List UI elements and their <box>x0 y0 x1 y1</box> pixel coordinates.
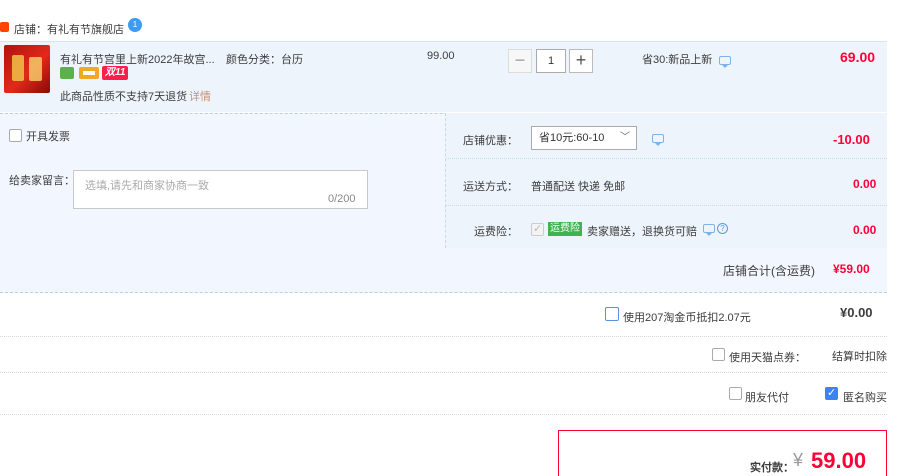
comment-bubble-icon[interactable] <box>703 224 715 236</box>
insurance-tag: 运费险 <box>548 222 582 236</box>
quantity-input[interactable] <box>536 49 566 73</box>
message-char-count: 0/200 <box>328 193 356 205</box>
anonymous-checkbox[interactable] <box>825 386 838 400</box>
shop-icon <box>0 22 9 32</box>
taojinbi-label[interactable]: 使用207淘金币抵扣2.07元 <box>623 309 751 325</box>
tmall-points-label[interactable]: 使用天猫点券： <box>729 349 806 365</box>
item-subtotal: 69.00 <box>840 49 876 65</box>
no-return-notice: 此商品性质不支持7天退货 <box>60 91 188 103</box>
service-badge-icon <box>60 67 74 79</box>
message-placeholder: 选填,请先和商家协商一致 <box>85 180 210 192</box>
shipping-amount: 0.00 <box>853 177 877 191</box>
divider <box>0 414 887 415</box>
friend-pay-checkbox[interactable] <box>729 387 742 400</box>
pay-amount: 59.00 <box>811 448 867 473</box>
item-spec: 颜色分类：台历 <box>226 54 303 66</box>
divider <box>0 372 887 373</box>
friend-pay-label[interactable]: 朋友代付 <box>745 389 789 405</box>
tmall-points-checkbox[interactable] <box>712 348 725 361</box>
anonymous-label[interactable]: 匿名购买 <box>843 389 887 405</box>
comment-bubble-icon[interactable] <box>719 56 731 68</box>
invoice-label[interactable]: 开具发票 <box>26 128 70 144</box>
insurance-checkbox <box>531 222 544 236</box>
shop-total-label: 店铺合计(含运费) <box>723 264 815 278</box>
comment-bubble-icon[interactable] <box>652 134 664 146</box>
card-badge-icon <box>79 67 99 79</box>
product-thumbnail[interactable] <box>4 45 50 93</box>
taojinbi-amount: ¥0.00 <box>840 305 873 320</box>
coupon-amount: -10.00 <box>833 132 870 147</box>
quantity-increase-button[interactable]: + <box>569 49 593 73</box>
pay-currency: ¥ <box>793 450 804 470</box>
invoice-checkbox[interactable] <box>9 129 22 142</box>
shop-total: ¥59.00 <box>833 262 870 276</box>
promo-text: 省30:新品上新 <box>642 54 713 66</box>
unit-price: 99.00 <box>427 50 455 62</box>
wangwang-chat-icon[interactable]: 1 <box>128 18 142 32</box>
shop-name[interactable]: 店铺：有礼有节旗舰店 <box>14 21 124 37</box>
divider <box>0 336 887 337</box>
shipping-option: 普通配送 快递 免邮 <box>531 181 626 193</box>
coupon-selected-value: 省10元:60-10 <box>539 132 605 144</box>
taojinbi-checkbox[interactable] <box>605 307 619 321</box>
tmall-points-value: 结算时扣除 <box>832 351 887 363</box>
detail-link[interactable]: 详情 <box>189 88 211 104</box>
insurance-text: 卖家赠送，退换货可赔 <box>587 226 697 238</box>
quantity-decrease-button[interactable]: − <box>508 49 532 73</box>
pay-label: 实付款： <box>750 462 794 474</box>
double11-badge: 双11 <box>102 66 129 80</box>
divider <box>446 205 887 206</box>
item-title[interactable]: 有礼有节宫里上新2022年故宫... <box>60 51 216 67</box>
message-label: 给卖家留言： <box>9 175 75 187</box>
insurance-amount: 0.00 <box>853 223 877 237</box>
chevron-down-icon: ﹀ <box>620 132 630 143</box>
insurance-label: 运费险： <box>474 226 518 238</box>
divider <box>446 158 887 159</box>
coupon-select[interactable]: 省10元:60-10 ﹀ <box>531 126 637 150</box>
coupon-label: 店铺优惠： <box>463 135 518 147</box>
shipping-label: 运送方式： <box>463 181 518 193</box>
help-icon[interactable]: ? <box>717 223 728 234</box>
